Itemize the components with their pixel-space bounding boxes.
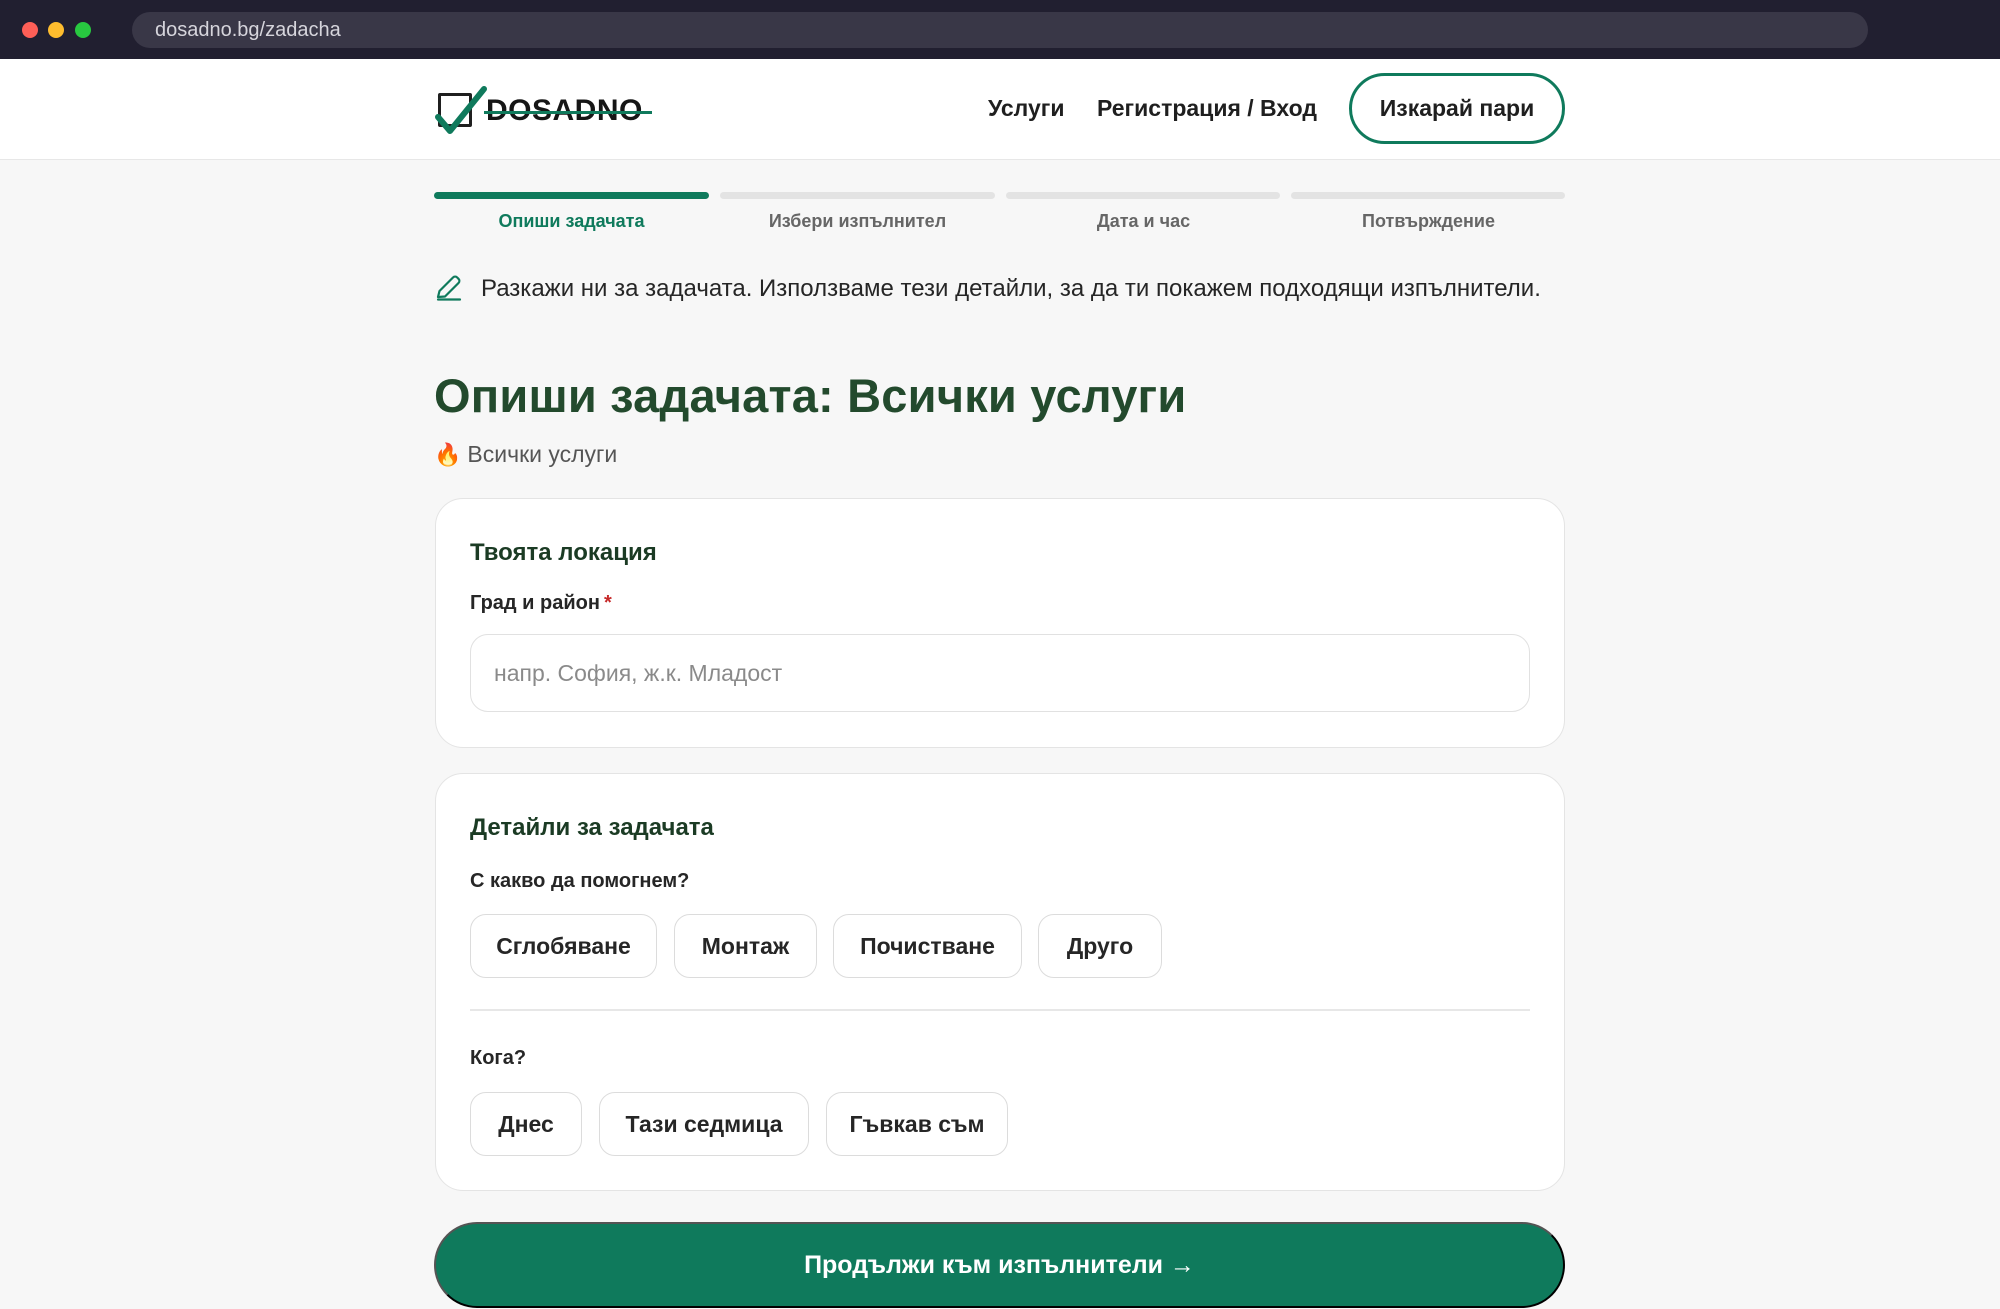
site-header: DOSADNO Услуги Регистрация / Вход Изкара…	[0, 59, 2000, 160]
step-label-confirmation: Потвърждение	[1362, 211, 1495, 231]
category-label: Всички услуги	[467, 441, 618, 467]
option-cleaning[interactable]: Почистване	[833, 914, 1022, 978]
when-question-label: Кога?	[470, 1047, 527, 1069]
section-divider	[470, 1009, 1530, 1011]
maximize-window-dot[interactable]	[75, 22, 91, 38]
step-label-date-time: Дата и час	[1096, 211, 1191, 231]
task-details-heading: Детайли за задачата	[470, 814, 714, 841]
step-label-choose-tasker: Избери изпълнител	[768, 211, 947, 231]
location-heading: Твоята локация	[470, 539, 657, 566]
step-bar-confirmation	[1291, 192, 1565, 199]
option-flexible[interactable]: Гъвкав съм	[826, 1092, 1008, 1156]
option-assembly[interactable]: Сглобяване	[470, 914, 657, 978]
city-district-input[interactable]	[470, 634, 1530, 712]
option-installation[interactable]: Монтаж	[674, 914, 817, 978]
option-today[interactable]: Днес	[470, 1092, 582, 1156]
step-label-describe: Опиши задачата	[498, 211, 645, 231]
task-details-card: Детайли за задачата С какво да помогнем?…	[435, 773, 1565, 1191]
option-this-week[interactable]: Тази седмица	[599, 1092, 809, 1156]
page-title: Опиши задачата: Всички услуги	[434, 369, 1187, 422]
earn-money-button[interactable]: Изкарай пари	[1349, 73, 1565, 144]
logo-strikethrough	[484, 111, 652, 114]
nav-link-services[interactable]: Услуги	[988, 95, 1064, 122]
browser-chrome: dosadno.bg/zadacha	[0, 0, 2000, 59]
continue-to-taskers-button[interactable]: Продължи към изпълнители →	[434, 1222, 1565, 1308]
close-window-dot[interactable]	[22, 22, 38, 38]
address-bar[interactable]: dosadno.bg/zadacha	[132, 12, 1868, 48]
option-other[interactable]: Друго	[1038, 914, 1162, 978]
flame-icon: 🔥	[434, 442, 462, 467]
help-question-label: С какво да помогнем?	[470, 870, 690, 892]
required-asterisk: *	[603, 592, 612, 614]
minimize-window-dot[interactable]	[48, 22, 64, 38]
pencil-icon	[436, 275, 462, 301]
step-bar-date-time	[1006, 192, 1280, 199]
city-district-label-text: Град и район	[470, 592, 600, 614]
step-bar-describe	[434, 192, 709, 199]
intro-text: Разкажи ни за задачата. Използваме тези …	[481, 275, 1541, 302]
logo[interactable]: DOSADNO	[434, 83, 664, 139]
nav-link-register-login[interactable]: Регистрация / Вход	[1097, 95, 1317, 122]
category-subtitle: 🔥 Всички услуги	[434, 441, 617, 468]
location-card: Твоята локация Град и район *	[435, 498, 1565, 748]
city-district-label: Град и район *	[470, 592, 612, 615]
step-bar-choose-tasker	[720, 192, 995, 199]
